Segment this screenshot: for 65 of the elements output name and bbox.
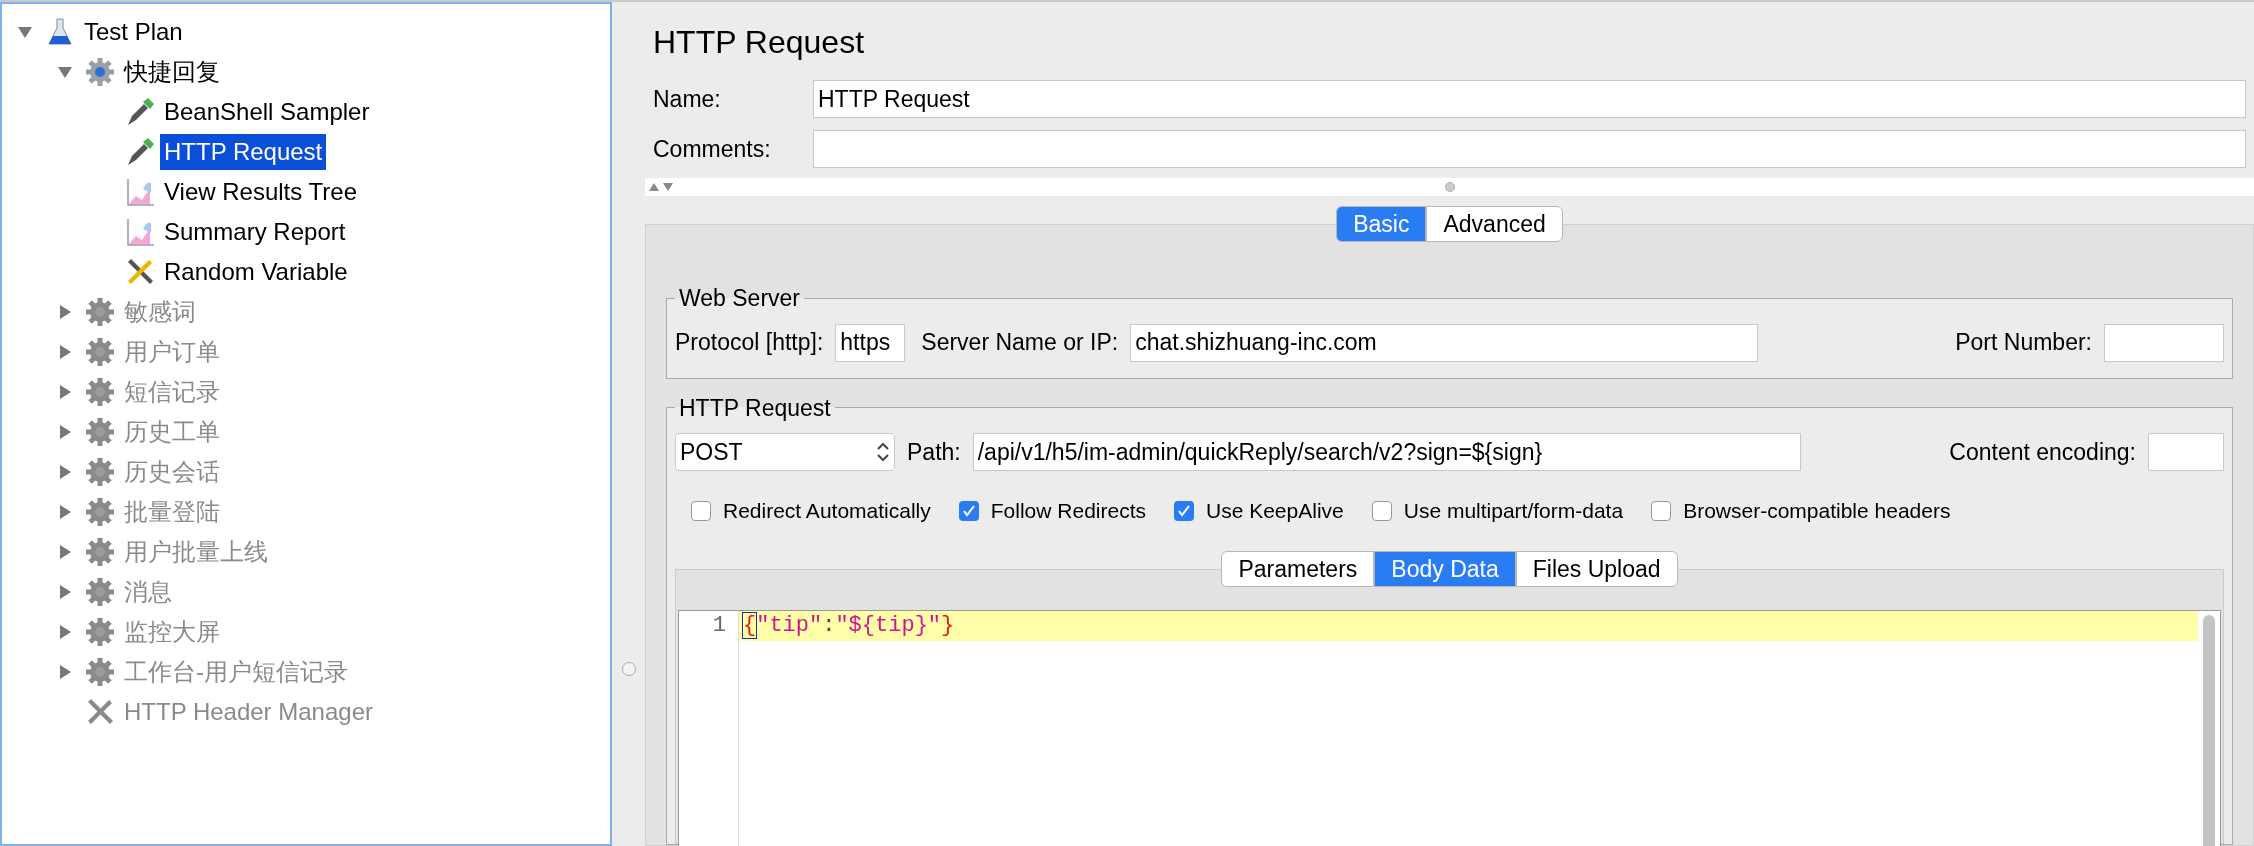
group-title: Web Server [678, 284, 801, 313]
protocol-field[interactable]: https [835, 323, 906, 362]
checkbox[interactable] [1651, 500, 1672, 521]
tree-item[interactable]: HTTP Request [160, 134, 327, 170]
field-label: Content encoding: [1949, 437, 2136, 467]
checkbox-label: Follow Redirects [990, 498, 1146, 524]
checkbox[interactable] [1371, 500, 1392, 521]
chart-icon [125, 217, 155, 247]
tree-item[interactable]: Summary Report [160, 214, 350, 250]
panel-title: HTTP Request [652, 23, 866, 62]
gear-icon [85, 497, 115, 527]
gear-icon [85, 337, 115, 367]
down-arrow-icon[interactable] [663, 183, 673, 191]
encoding-field[interactable] [2148, 433, 2224, 471]
splitter-handle[interactable] [621, 662, 636, 676]
up-arrow-icon[interactable] [649, 183, 659, 191]
tab[interactable]: Advanced [1426, 206, 1563, 242]
tab[interactable]: Parameters [1221, 550, 1375, 587]
tree-item[interactable]: View Results Tree [160, 174, 361, 210]
gear-icon [85, 617, 115, 647]
checkbox[interactable] [1174, 500, 1194, 521]
splitter-handle[interactable] [1444, 182, 1455, 192]
code-editor[interactable]: 1 {"tip":"${tip}"} [678, 609, 2221, 846]
gear-icon [85, 537, 115, 567]
field-label: Protocol [http]: [675, 328, 824, 358]
path-field[interactable]: /api/v1/h5/im-admin/quickReply/search/v2?sign=${sign} [972, 433, 1801, 471]
collapse-arrow-icon[interactable] [58, 65, 72, 79]
comments-field[interactable] [813, 130, 2246, 168]
dropper-icon [125, 137, 155, 167]
checkbox[interactable] [691, 500, 711, 521]
checkbox-label: Use multipart/form-data [1403, 498, 1624, 524]
tree-item[interactable]: Random Variable [160, 254, 352, 290]
checkbox-label: Browser-compatible headers [1683, 498, 1951, 524]
gear-icon [85, 417, 115, 447]
gear-icon [85, 297, 115, 327]
gear-icon [85, 377, 115, 407]
tree-item[interactable]: BeanShell Sampler [160, 94, 374, 130]
comments-label: Comments: [653, 134, 772, 164]
field-label: Port Number: [1955, 328, 2092, 358]
field-label: Path: [907, 437, 961, 467]
collapse-arrow-icon[interactable] [18, 25, 32, 39]
tab[interactable]: Files Upload [1515, 550, 1678, 587]
name-field[interactable]: HTTP Request [813, 80, 2246, 118]
group-title: HTTP Request [678, 393, 832, 423]
chart-icon [125, 177, 155, 207]
name-label: Name: [653, 84, 722, 114]
gear-icon [85, 577, 115, 607]
method-select[interactable]: POST [675, 433, 895, 471]
chevron-icon [876, 441, 890, 463]
flask-icon [47, 17, 73, 47]
gear-icon [85, 657, 115, 687]
checkbox-label: Redirect Automatically [723, 498, 931, 524]
checkbox[interactable] [958, 500, 979, 521]
tree-item[interactable]: Test Plan [80, 14, 187, 50]
tree-item[interactable]: 快捷回复 [120, 54, 224, 90]
gear-icon [85, 57, 115, 87]
field-label: Server Name or IP: [921, 328, 1119, 358]
dropper-icon [125, 97, 155, 127]
server-field[interactable]: chat.shizhuang-inc.com [1130, 323, 1759, 362]
port-field[interactable] [2104, 323, 2224, 362]
tab[interactable]: Body Data [1374, 550, 1516, 587]
line-number: 1 [712, 611, 726, 640]
checkbox-label: Use KeepAlive [1206, 498, 1344, 524]
gear-icon [85, 457, 115, 487]
tab[interactable]: Basic [1336, 206, 1427, 242]
